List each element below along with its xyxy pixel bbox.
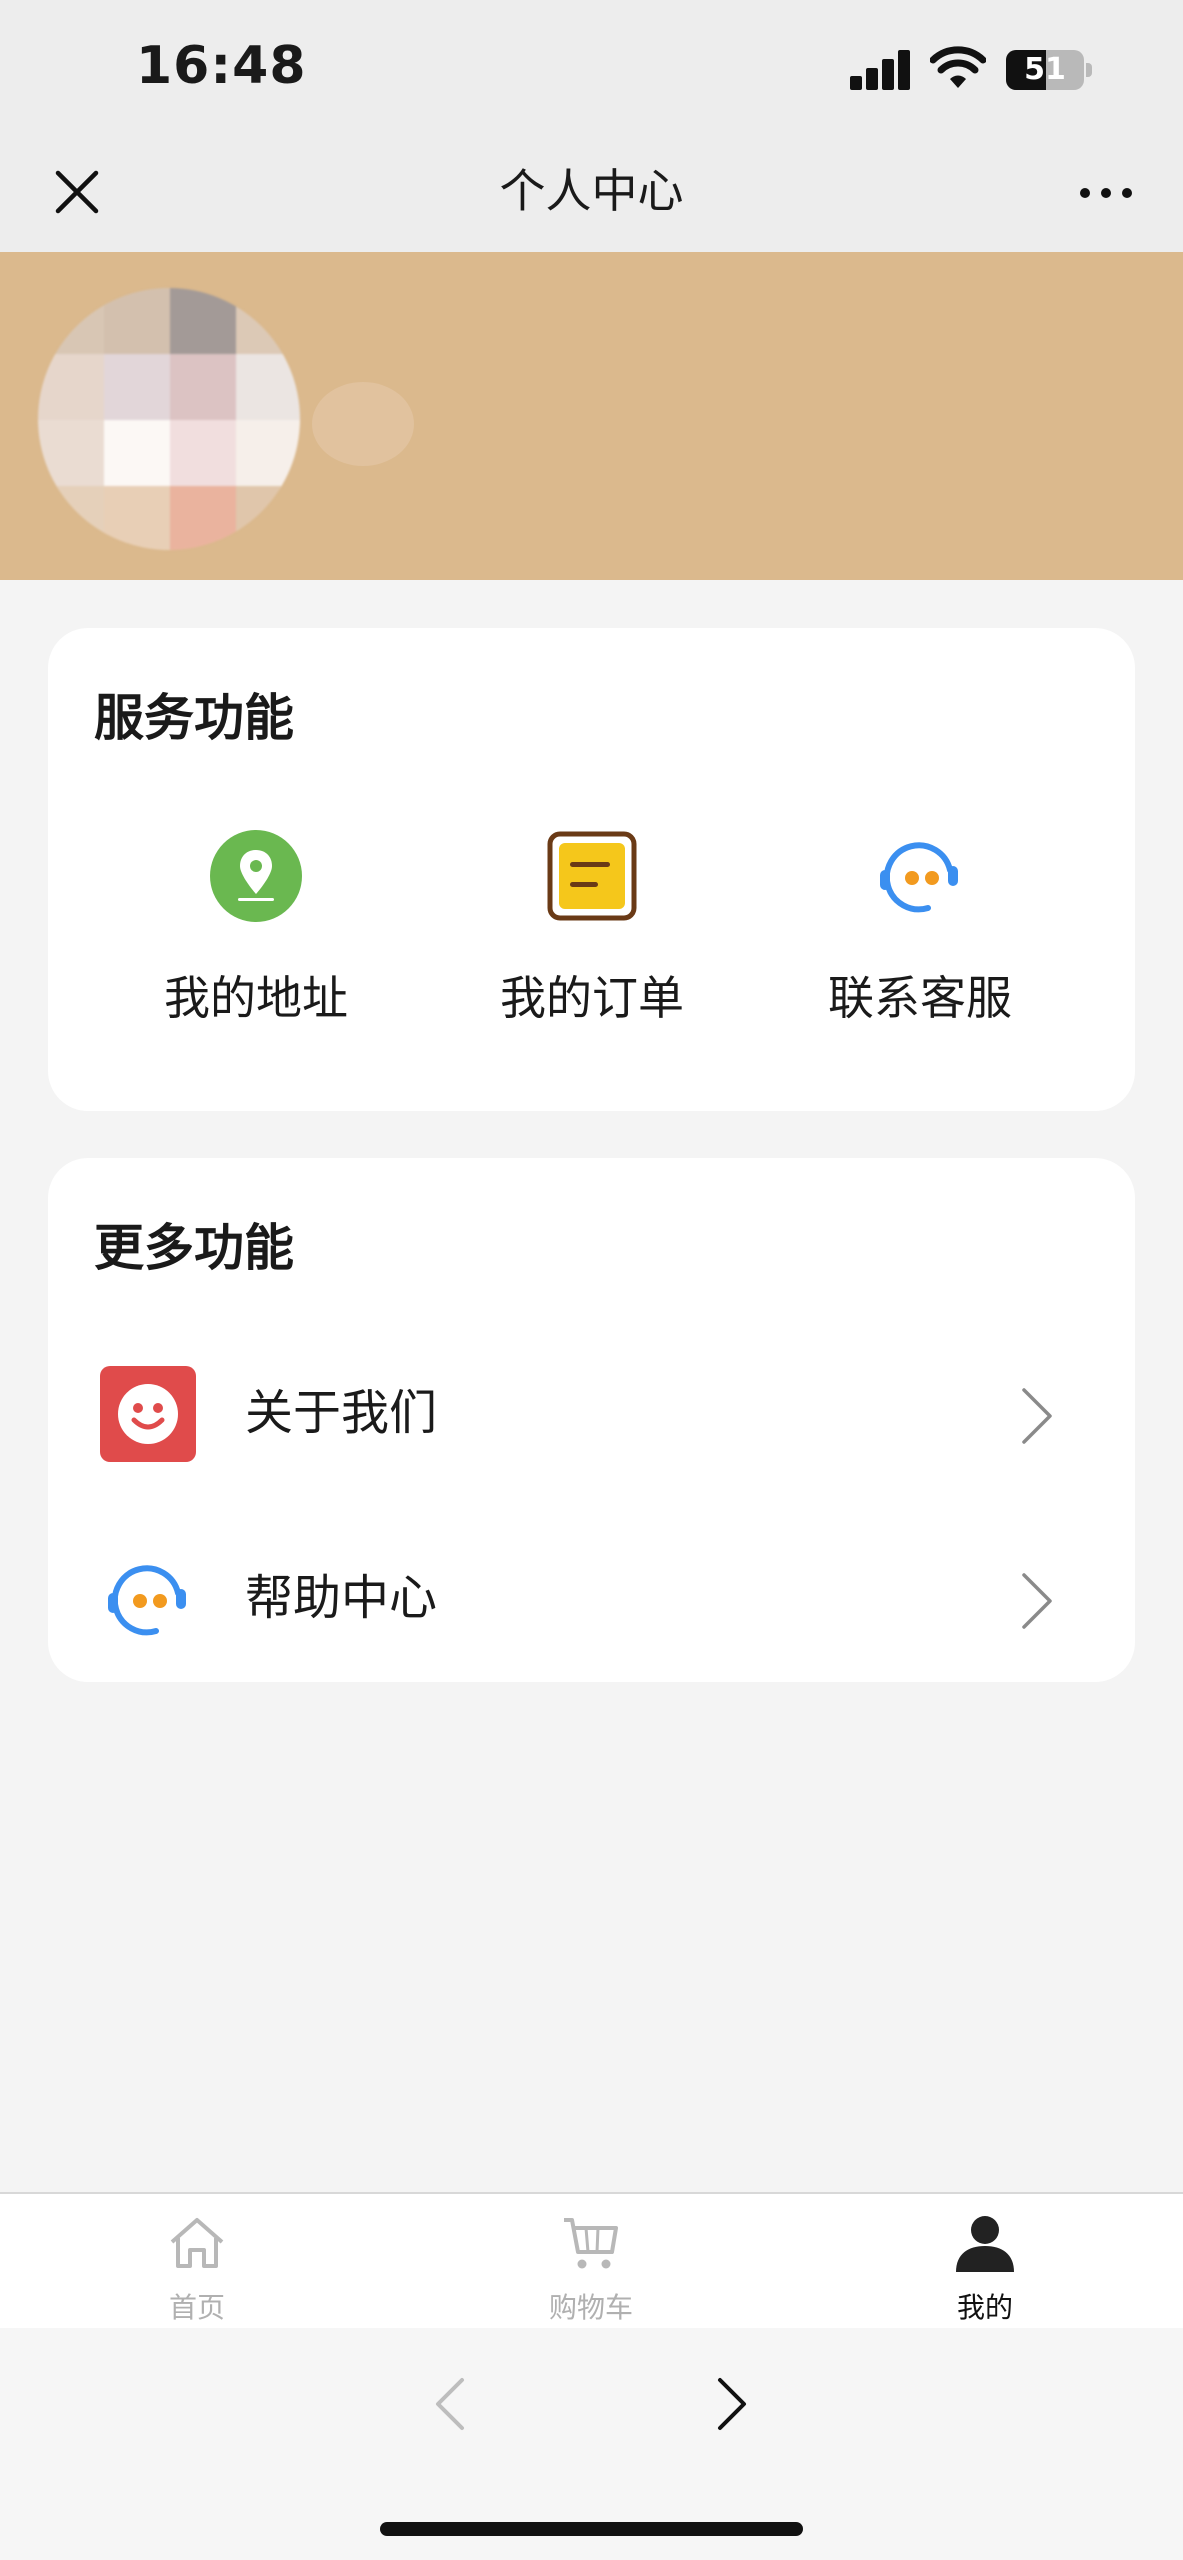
bottom-tab-bar: 首页 购物车 我的 [0, 2192, 1183, 2328]
profile-header [0, 252, 1183, 580]
service-item-label: 联系客服 [828, 971, 1012, 1025]
tab-cart[interactable]: 购物车 [491, 2212, 691, 2326]
smiley-face-icon [100, 1366, 196, 1462]
home-indicator[interactable] [380, 2522, 803, 2536]
battery-icon: 51 [1006, 50, 1084, 90]
list-item-label: 关于我们 [245, 1385, 438, 1441]
home-icon [170, 2218, 224, 2268]
page-title: 个人中心 [499, 164, 684, 218]
chevron-right-icon [1022, 1573, 1052, 1629]
battery-cap [1086, 63, 1092, 77]
battery-level: 51 [1024, 52, 1066, 87]
wifi-icon [930, 46, 986, 88]
tab-mine[interactable]: 我的 [885, 2212, 1085, 2326]
service-item-label: 我的订单 [500, 971, 684, 1025]
back-arrow-icon[interactable] [428, 2372, 472, 2436]
order-note-icon [547, 831, 637, 921]
close-icon[interactable] [50, 165, 104, 219]
location-pin-icon [210, 830, 302, 922]
my-orders-button[interactable]: 我的订单 [427, 828, 757, 1028]
more-options-icon[interactable] [1076, 178, 1136, 208]
status-bar: 16:48 51 [0, 0, 1183, 130]
chevron-right-icon [1022, 1388, 1052, 1444]
nav-bar: 个人中心 [0, 130, 1183, 252]
customer-service-icon [880, 842, 958, 913]
tab-home[interactable]: 首页 [97, 2212, 297, 2326]
service-functions-card: 服务功能 我的地址 我的订单 联系客服 [48, 628, 1135, 1111]
cart-icon [564, 2218, 618, 2269]
tab-label: 我的 [956, 2291, 1013, 2324]
cellular-signal-icon [850, 50, 912, 90]
forward-arrow-icon[interactable] [710, 2372, 754, 2436]
help-center-item[interactable]: 帮助中心 [48, 1523, 1135, 1673]
status-time: 16:48 [136, 36, 307, 96]
user-icon [956, 2216, 1014, 2272]
tab-label: 首页 [168, 2291, 225, 2324]
my-address-button[interactable]: 我的地址 [91, 828, 421, 1028]
nickname-placeholder [312, 382, 414, 466]
contact-service-button[interactable]: 联系客服 [755, 828, 1085, 1028]
more-functions-card: 更多功能 关于我们 帮助中心 [48, 1158, 1135, 1682]
headset-icon [108, 1565, 186, 1636]
service-item-label: 我的地址 [164, 971, 348, 1025]
more-section-title: 更多功能 [94, 1219, 294, 1277]
about-us-item[interactable]: 关于我们 [48, 1338, 1135, 1488]
tab-label: 购物车 [548, 2291, 633, 2324]
list-item-label: 帮助中心 [245, 1570, 438, 1626]
avatar[interactable] [38, 288, 300, 550]
service-section-title: 服务功能 [94, 689, 294, 747]
